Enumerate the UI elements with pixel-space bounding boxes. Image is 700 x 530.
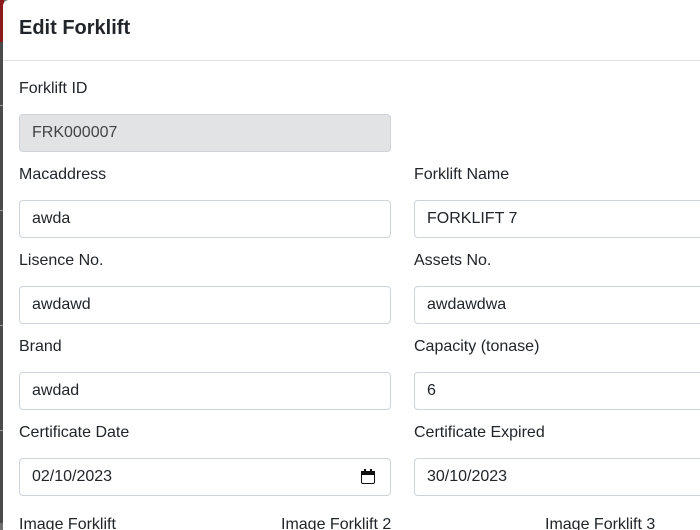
image-forklift-label: Image Forklift [19, 516, 116, 530]
certificate-expired-value: 30/10/2023 [427, 468, 508, 485]
modal-header: Edit Forklift [3, 0, 700, 61]
assets-no-label: Assets No. [414, 252, 492, 269]
capacity-value: 6 [427, 382, 436, 399]
modal-title: Edit Forklift [19, 16, 131, 39]
brand-value: awdad [32, 382, 80, 399]
forklift-id-value: FRK000007 [32, 124, 118, 141]
brand-group: Brand awdad [19, 337, 391, 410]
macaddress-input[interactable]: awda [19, 200, 391, 238]
forklift-name-label: Forklift Name [414, 166, 510, 183]
forklift-id-input: FRK000007 [19, 114, 391, 152]
capacity-group: Capacity (tonase) 6 [414, 337, 700, 410]
macaddress-value: awda [32, 210, 71, 227]
capacity-label: Capacity (tonase) [414, 338, 540, 355]
macaddress-label: Macaddress [19, 166, 107, 183]
forklift-name-value: FORKLIFT 7 [427, 210, 518, 227]
forklift-id-group: Forklift ID FRK000007 [19, 79, 391, 152]
edit-forklift-modal: Edit Forklift Forklift ID FRK000007 Maca… [3, 0, 700, 530]
lisence-no-input[interactable]: awdawd [19, 286, 391, 324]
forklift-name-group: Forklift Name FORKLIFT 7 [414, 165, 700, 238]
certificate-date-input[interactable]: 02/10/2023 [19, 458, 391, 496]
forklift-id-label: Forklift ID [19, 80, 88, 97]
lisence-no-group: Lisence No. awdawd [19, 251, 391, 324]
assets-no-group: Assets No. awdawdwa [414, 251, 700, 324]
certificate-expired-group: Certificate Expired 30/10/2023 [414, 423, 700, 496]
certificate-date-label: Certificate Date [19, 424, 130, 441]
certificate-date-value: 02/10/2023 [32, 468, 113, 485]
forklift-name-input[interactable]: FORKLIFT 7 [414, 200, 700, 238]
image-forklift-2-label: Image Forklift 2 [281, 516, 392, 530]
capacity-input[interactable]: 6 [414, 372, 700, 410]
certificate-expired-input[interactable]: 30/10/2023 [414, 458, 700, 496]
assets-no-value: awdawdwa [427, 296, 507, 313]
image-forklift-3-label: Image Forklift 3 [545, 516, 656, 530]
certificate-expired-label: Certificate Expired [414, 424, 545, 441]
calendar-icon[interactable] [360, 469, 376, 485]
brand-input[interactable]: awdad [19, 372, 391, 410]
lisence-no-value: awdawd [32, 296, 91, 313]
brand-label: Brand [19, 338, 62, 355]
certificate-date-group: Certificate Date 02/10/2023 [19, 423, 391, 496]
assets-no-input[interactable]: awdawdwa [414, 286, 700, 324]
macaddress-group: Macaddress awda [19, 165, 391, 238]
lisence-no-label: Lisence No. [19, 252, 104, 269]
